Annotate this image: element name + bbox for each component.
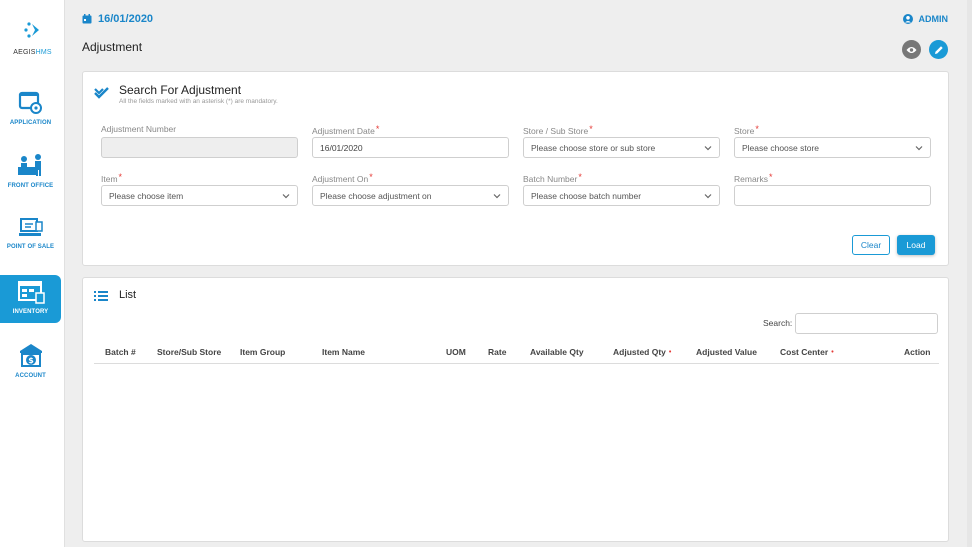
calendar-icon xyxy=(82,14,92,24)
app-logo[interactable]: AEGISHMS xyxy=(0,20,65,56)
sidebar-item-label: APPLICATION xyxy=(9,120,52,126)
edit-button[interactable] xyxy=(929,40,948,59)
adjustment-on-label: Adjustment On* xyxy=(312,172,373,184)
sidebar-item-label: FRONT OFFICE xyxy=(7,183,54,189)
batch-number-label: Batch Number* xyxy=(523,172,582,184)
batch-number-select[interactable]: Please choose batch number xyxy=(523,185,720,206)
sidebar-item-inventory[interactable]: INVENTORY xyxy=(0,275,61,323)
table-search-label: Search: xyxy=(763,318,793,328)
account-icon: $ xyxy=(19,344,42,367)
sidebar-item-front-office[interactable]: FRONT OFFICE xyxy=(0,153,61,203)
page-scrollbar[interactable] xyxy=(967,0,972,547)
sidebar-item-label: ACCOUNT xyxy=(15,373,46,379)
chevron-down-icon xyxy=(493,193,501,198)
column-header-batch[interactable]: Batch # xyxy=(105,347,136,357)
list-card: List Search: Batch # Store/Sub Store Ite… xyxy=(82,277,949,542)
list-icon xyxy=(94,291,108,301)
svg-text:$: $ xyxy=(28,356,34,365)
store-sub-store-select[interactable]: Please choose store or sub store xyxy=(523,137,720,158)
item-select[interactable]: Please choose item xyxy=(101,185,298,206)
column-header-action[interactable]: Action xyxy=(904,347,930,357)
adjustment-date-field[interactable]: 16/01/2020 xyxy=(312,137,509,158)
inventory-icon xyxy=(17,281,45,304)
store-sub-store-label: Store / Sub Store* xyxy=(523,124,593,136)
column-header-item-name[interactable]: Item Name xyxy=(322,347,365,357)
column-header-item-group[interactable]: Item Group xyxy=(240,347,285,357)
list-card-title: List xyxy=(119,289,137,301)
remarks-field[interactable] xyxy=(734,185,931,206)
required-dot: • xyxy=(668,349,672,356)
sidebar-item-label: POINT OF SALE xyxy=(6,244,55,250)
chevron-down-icon xyxy=(915,145,923,150)
sidebar-item-account[interactable]: $ ACCOUNT xyxy=(0,343,61,393)
adjustment-date-label: Adjustment Date* xyxy=(312,124,380,136)
sidebar-item-label: INVENTORY xyxy=(12,309,49,315)
table-search-input[interactable] xyxy=(795,313,938,334)
store-label: Store* xyxy=(734,124,759,136)
column-header-rate[interactable]: Rate xyxy=(488,347,506,357)
point-of-sale-icon xyxy=(18,218,43,236)
column-header-available-qty[interactable]: Available Qty xyxy=(530,347,584,357)
logo-text: AEGISHMS xyxy=(13,49,52,56)
sidebar-item-application[interactable]: APPLICATION xyxy=(0,90,61,140)
column-header-store-sub-store[interactable]: Store/Sub Store xyxy=(157,347,221,357)
user-menu[interactable]: ADMIN xyxy=(902,14,949,24)
column-header-uom[interactable]: UOM xyxy=(446,347,466,357)
store-select[interactable]: Please choose store xyxy=(734,137,931,158)
column-header-cost-center[interactable]: Cost Center • xyxy=(780,347,834,357)
column-header-adjusted-value[interactable]: Adjusted Value xyxy=(696,347,757,357)
logo-mark-icon xyxy=(23,22,39,38)
search-card: Search For Adjustment All the fields mar… xyxy=(82,71,949,266)
chevron-down-icon xyxy=(282,193,290,198)
sidebar: AEGISHMS APPLICATION FRONT OFFICE POINT … xyxy=(0,0,65,547)
user-icon xyxy=(902,14,913,24)
clear-button[interactable]: Clear xyxy=(852,235,890,255)
user-name: ADMIN xyxy=(918,14,949,24)
application-icon xyxy=(18,91,42,114)
adjustment-number-label: Adjustment Number xyxy=(101,124,177,134)
sidebar-item-point-of-sale[interactable]: POINT OF SALE xyxy=(0,216,61,266)
page-title: Adjustment xyxy=(82,40,143,54)
search-card-subtitle: All the fields marked with an asterisk (… xyxy=(119,98,278,105)
front-office-icon xyxy=(17,154,41,176)
current-date: 16/01/2020 xyxy=(82,13,153,25)
column-header-adjusted-qty[interactable]: Adjusted Qty • xyxy=(613,347,671,357)
view-button[interactable] xyxy=(902,40,921,59)
required-dot: • xyxy=(831,349,834,356)
eye-icon xyxy=(906,46,917,53)
load-button[interactable]: Load xyxy=(897,235,935,255)
search-card-title: Search For Adjustment xyxy=(119,83,242,97)
double-check-icon xyxy=(94,87,109,99)
chevron-down-icon xyxy=(704,145,712,150)
table-header: Batch # Store/Sub Store Item Group Item … xyxy=(94,342,939,364)
date-text: 16/01/2020 xyxy=(98,13,154,25)
remarks-label: Remarks* xyxy=(734,172,773,184)
item-label: Item* xyxy=(101,172,123,184)
chevron-down-icon xyxy=(704,193,712,198)
pencil-icon xyxy=(934,45,943,54)
adjustment-number-field xyxy=(101,137,298,158)
adjustment-on-select[interactable]: Please choose adjustment on xyxy=(312,185,509,206)
